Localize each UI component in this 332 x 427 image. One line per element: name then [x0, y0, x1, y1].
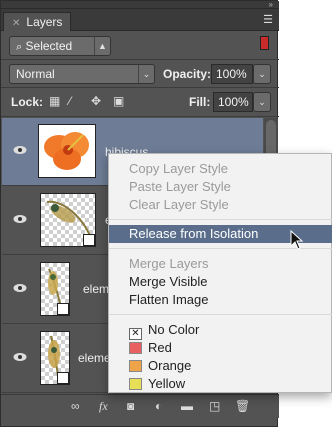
menu-item-orange[interactable]: Orange [109, 357, 332, 375]
menu-item-label: No Color [148, 322, 200, 337]
layer-name[interactable]: elem [83, 282, 109, 296]
menu-item-paste-layer-style[interactable]: Paste Layer Style [109, 178, 332, 196]
blend-mode-value: Normal [16, 67, 55, 81]
menu-separator [109, 314, 332, 315]
filter-toggle[interactable] [260, 36, 269, 50]
smart-object-icon [57, 372, 69, 384]
panel-titlebar[interactable]: » [1, 1, 279, 9]
lock-all-icon[interactable]: ▣ [113, 94, 124, 108]
close-icon[interactable]: ✕ [12, 18, 20, 29]
new-layer-icon[interactable]: ◳ [209, 399, 220, 413]
link-icon[interactable]: ∞ [71, 399, 80, 413]
layer-thumbnail [38, 124, 96, 178]
lock-move-icon[interactable]: ✥ [91, 94, 101, 108]
menu-item-merge-layers[interactable]: Merge Layers [109, 255, 332, 273]
tab-row: ✕ Layers ☰ [1, 9, 279, 31]
adjustment-icon[interactable]: ◐ [155, 399, 162, 413]
yellow-swatch-icon [129, 378, 142, 390]
layer-filter-dropdown[interactable]: ⌕ Selected ▲ [9, 36, 111, 56]
opacity-input[interactable]: 100% [211, 64, 253, 84]
menu-item-flatten-image[interactable]: Flatten Image [109, 291, 332, 309]
lock-pixels-icon[interactable]: ▦ [49, 94, 60, 108]
blend-mode-dropdown[interactable]: Normal ⌄ [9, 64, 155, 84]
chevron-down-icon: ⌄ [258, 97, 266, 107]
divider [1, 116, 279, 117]
mask-icon[interactable]: ◙ [127, 399, 134, 413]
smart-object-icon [83, 234, 95, 246]
layer-context-menu: Copy Layer Style Paste Layer Style Clear… [108, 153, 332, 393]
menu-item-no-color[interactable]: ✕ No Color [109, 321, 332, 340]
menu-separator [109, 219, 332, 220]
fill-input[interactable]: 100% [213, 92, 253, 112]
tab-layers[interactable]: ✕ Layers [3, 12, 72, 31]
chevron-down-icon: ⌄ [258, 69, 266, 79]
eye-icon[interactable] [13, 283, 27, 293]
divider [1, 87, 279, 88]
fill-label: Fill: [189, 95, 211, 109]
chevron-down-icon: ▲ [94, 37, 110, 55]
menu-item-label: Orange [148, 358, 192, 373]
menu-item-red[interactable]: Red [109, 339, 332, 357]
folder-icon[interactable]: ▬ [181, 399, 193, 413]
lock-label: Lock: [11, 95, 44, 109]
layer-thumbnail [40, 262, 70, 316]
eye-icon[interactable] [13, 214, 27, 224]
chevron-down-icon: ⌄ [138, 65, 154, 83]
opacity-slider-button[interactable]: ⌄ [253, 64, 271, 84]
tab-label: Layers [26, 15, 63, 29]
menu-item-yellow[interactable]: Yellow [109, 375, 332, 393]
menu-item-merge-visible[interactable]: Merge Visible [109, 273, 332, 291]
menu-item-label: Yellow [148, 376, 186, 391]
menu-item-label: Red [148, 340, 172, 355]
eye-icon[interactable] [13, 145, 27, 155]
opacity-label: Opacity: [163, 67, 212, 81]
fx-icon[interactable]: fx [99, 399, 108, 414]
search-icon: ⌕ [16, 41, 23, 53]
layer-name[interactable]: eleme [78, 351, 111, 365]
layer-thumbnail [40, 331, 70, 385]
red-swatch-icon [129, 342, 142, 354]
menu-item-copy-layer-style[interactable]: Copy Layer Style [109, 160, 332, 178]
panel-menu-icon[interactable]: ☰ [263, 13, 273, 26]
filter-label: Selected [25, 39, 73, 53]
divider [1, 59, 279, 60]
menu-item-clear-layer-style[interactable]: Clear Layer Style [109, 196, 332, 214]
trash-icon[interactable]: 🗑 [235, 399, 250, 413]
collapse-icon[interactable]: » [269, 1, 273, 9]
hibiscus-image [44, 132, 89, 170]
eye-icon[interactable] [13, 352, 27, 362]
layers-toolbar: ∞ fx ◙ ◐ ▬ ◳ 🗑 [1, 394, 279, 418]
lock-brush-icon[interactable]: ⁄ [69, 94, 71, 108]
layer-thumbnail [40, 193, 96, 247]
orange-swatch-icon [129, 360, 142, 372]
mouse-cursor-icon [290, 230, 304, 250]
smart-object-icon [57, 303, 69, 315]
fill-slider-button[interactable]: ⌄ [253, 92, 271, 112]
